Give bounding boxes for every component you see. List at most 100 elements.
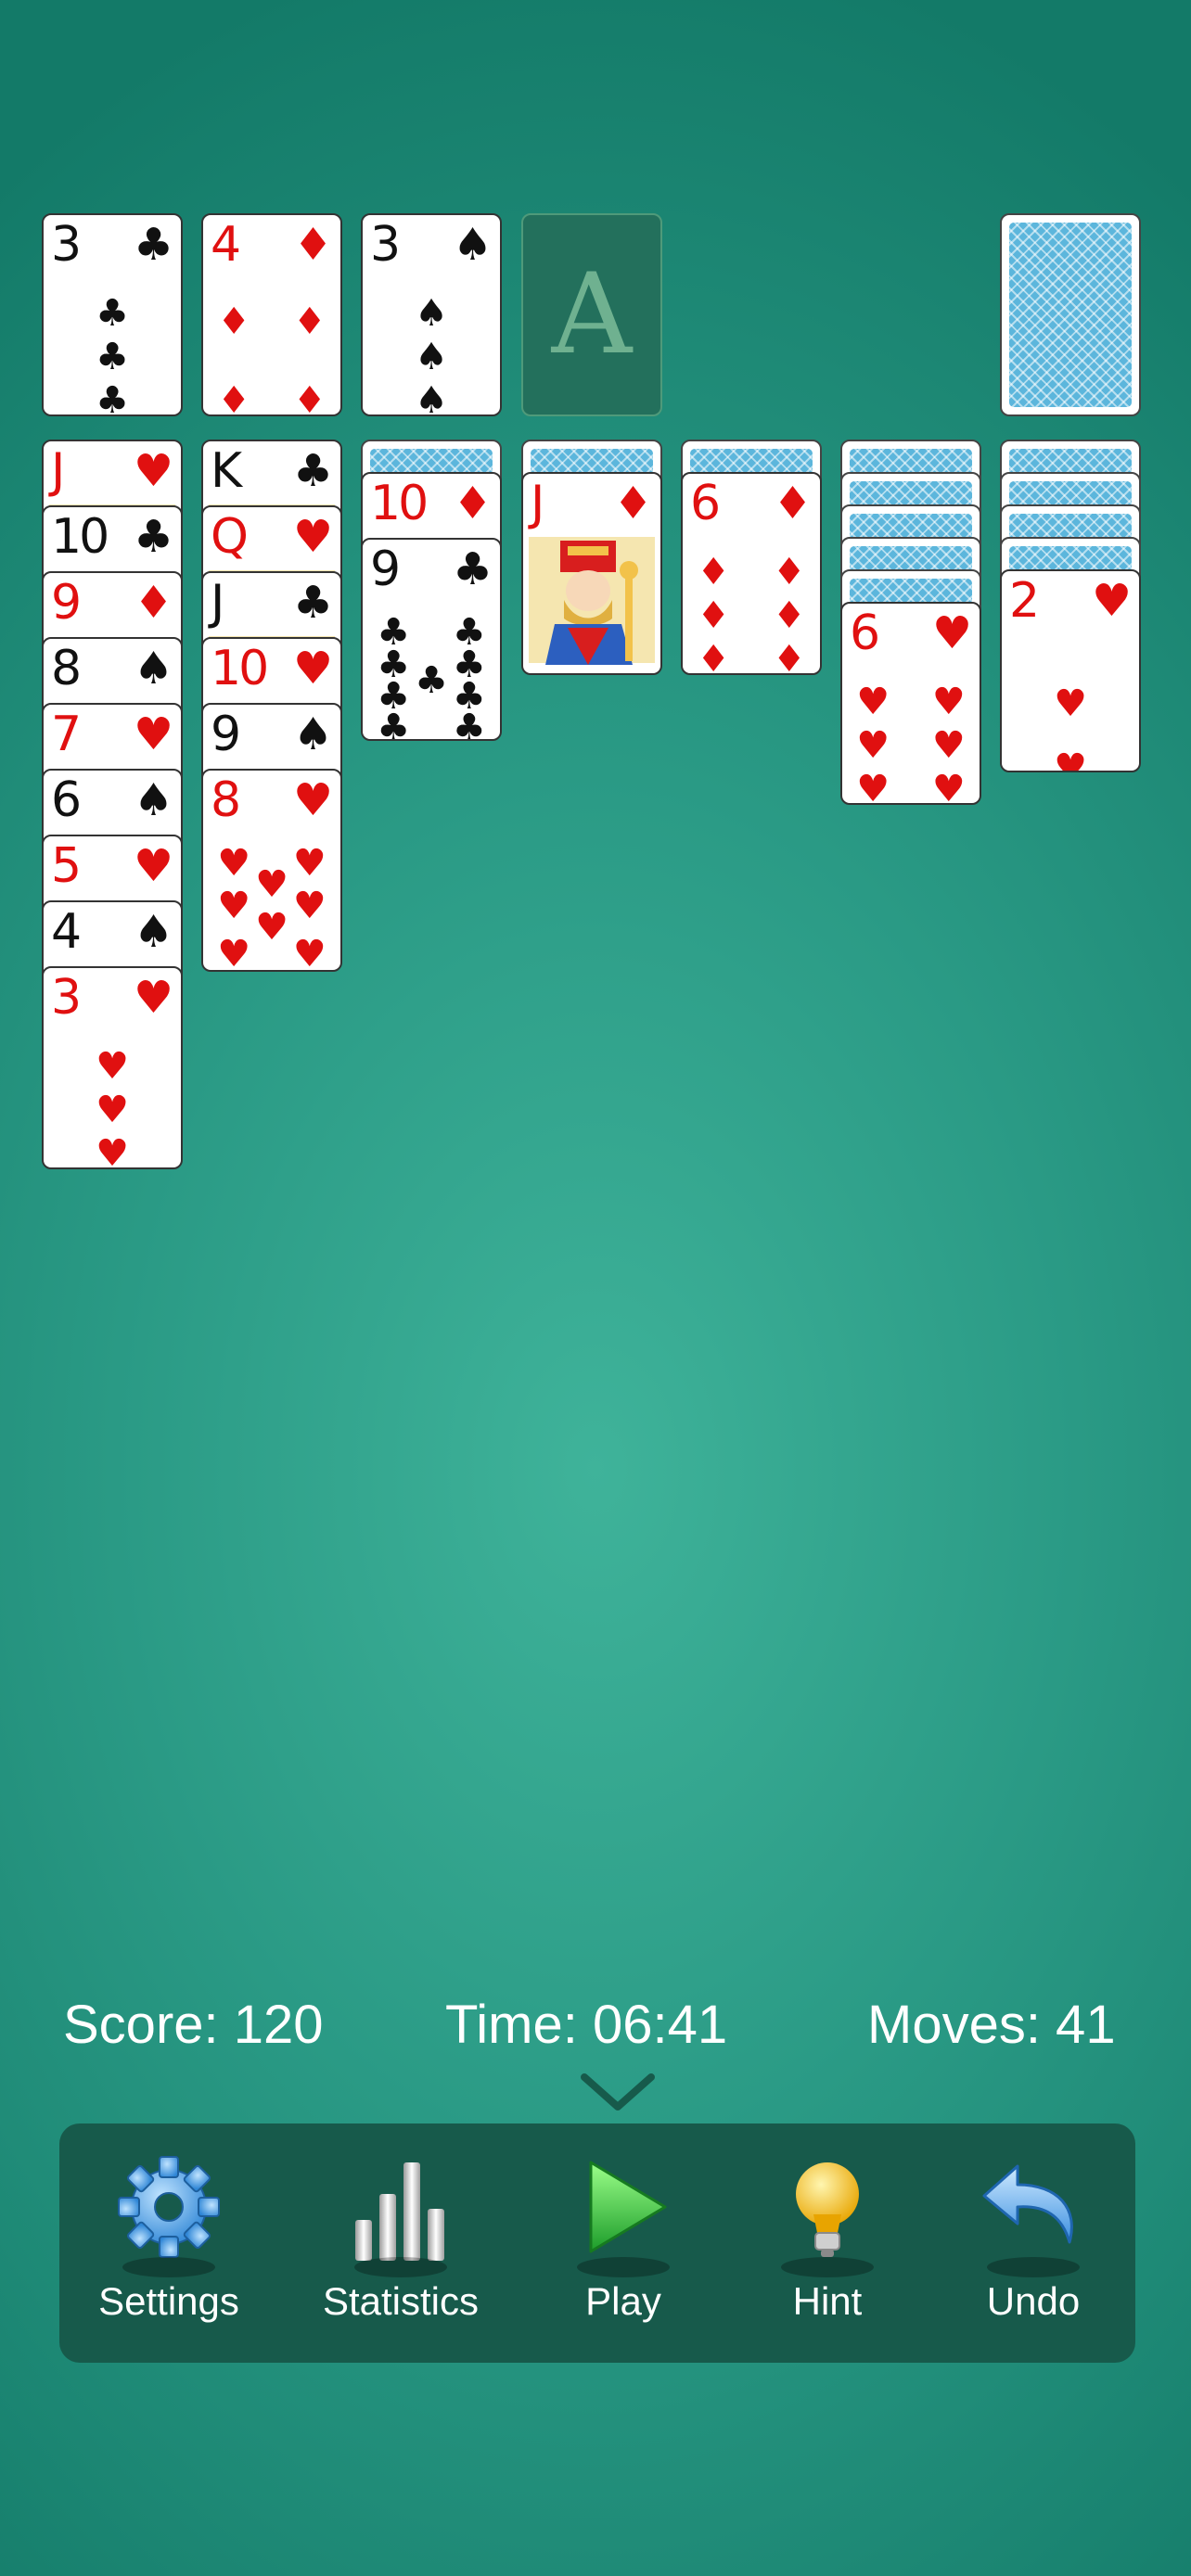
card-face — [527, 535, 657, 668]
hearts-pip-icon: ♥ — [292, 885, 327, 928]
card-rank: 5 — [51, 838, 82, 894]
clubs-pip-icon: ♣ — [96, 379, 129, 416]
diamonds-suit-icon: ♦ — [292, 219, 333, 271]
card-rank: 10 — [211, 641, 269, 696]
clubs-suit-icon: ♣ — [133, 219, 173, 271]
card-4-of-diamonds[interactable]: 4 ♦ ♦ ♦ ♦ ♦ — [201, 213, 342, 416]
hearts-suit-icon: ♥ — [1091, 575, 1132, 627]
card-face: ♦ ♦ ♦ ♦ — [209, 276, 335, 414]
bar-chart-icon — [355, 2162, 444, 2261]
settings-button[interactable]: Settings — [67, 2153, 271, 2348]
card-rank: 6 — [690, 476, 721, 531]
card-rank: K — [211, 443, 242, 499]
diamonds-pip-icon: ♦ — [217, 379, 251, 416]
diamonds-suit-icon: ♦ — [452, 478, 493, 529]
hearts-pip-icon: ♥ — [217, 932, 251, 972]
card-3-of-spades[interactable]: 3 ♠ ♠ ♠ ♠ — [361, 213, 502, 416]
clubs-suit-icon: ♣ — [292, 445, 333, 497]
spades-suit-icon: ♠ — [133, 643, 173, 695]
hearts-suit-icon: ♥ — [133, 840, 173, 892]
hearts-suit-icon: ♥ — [292, 511, 333, 563]
card-9-of-clubs[interactable]: 9 ♣ ♣ ♣ ♣ ♣ ♣ ♣ ♣ ♣ ♣ — [361, 538, 502, 741]
clubs-suit-icon: ♣ — [292, 577, 333, 629]
card-rank: 7 — [51, 707, 82, 762]
diamonds-pip-icon: ♦ — [292, 300, 327, 343]
diamonds-pip-icon: ♦ — [772, 594, 806, 638]
card-3-of-hearts[interactable]: 3 ♥ ♥ ♥ ♥ — [42, 966, 183, 1169]
hearts-suit-icon: ♥ — [133, 708, 173, 760]
spades-pip-icon: ♠ — [415, 379, 448, 416]
play-button[interactable]: Play — [521, 2153, 725, 2348]
card-face: ♥ ♥ ♥ ♥ ♥ ♥ ♥ ♥ — [209, 832, 335, 970]
hearts-suit-icon: ♥ — [133, 972, 173, 1024]
hearts-pip-icon: ♥ — [856, 681, 890, 724]
stock-pile[interactable] — [1000, 213, 1141, 416]
card-face: ♠ ♠ ♠ — [368, 276, 494, 414]
card-face: ♥ ♥ ♥ ♥ ♥ ♥ — [848, 665, 974, 803]
card-face: ♥ ♥ — [1007, 632, 1133, 771]
card-6-of-hearts[interactable]: 6 ♥ ♥ ♥ ♥ ♥ ♥ ♥ — [840, 602, 981, 805]
diamonds-pip-icon: ♦ — [217, 300, 251, 343]
spades-suit-icon: ♠ — [452, 219, 493, 271]
hearts-suit-icon: ♥ — [292, 643, 333, 695]
face-card-art-icon — [529, 537, 655, 665]
spades-pip-icon: ♠ — [415, 292, 448, 336]
hearts-pip-icon: ♥ — [255, 905, 288, 949]
card-rank: 3 — [51, 970, 82, 1026]
hearts-pip-icon: ♥ — [1054, 746, 1087, 772]
chevron-down-icon[interactable] — [581, 2072, 655, 2112]
hearts-pip-icon: ♥ — [217, 842, 251, 886]
hearts-pip-icon: ♥ — [931, 724, 966, 768]
hearts-pip-icon: ♥ — [931, 768, 966, 805]
hearts-pip-icon: ♥ — [96, 1089, 129, 1132]
lightbulb-icon — [796, 2162, 859, 2257]
diamonds-suit-icon: ♦ — [133, 577, 173, 629]
card-j-of-diamonds[interactable]: J ♦ — [521, 472, 662, 675]
card-6-of-diamonds[interactable]: 6 ♦ ♦ ♦ ♦ ♦ ♦ ♦ — [681, 472, 822, 675]
hearts-pip-icon: ♥ — [1054, 682, 1087, 726]
hearts-suit-icon: ♥ — [292, 774, 333, 826]
spades-pip-icon: ♠ — [415, 336, 448, 379]
card-rank: 4 — [211, 217, 241, 273]
diamonds-pip-icon: ♦ — [697, 594, 731, 638]
moves-label: Moves: 41 — [867, 1995, 1116, 2055]
hearts-pip-icon: ♥ — [96, 1132, 129, 1169]
hint-label: Hint — [792, 2279, 863, 2323]
clubs-pip-icon: ♣ — [96, 292, 129, 336]
clubs-pip-icon: ♣ — [377, 707, 411, 741]
foundation-slot[interactable]: A — [521, 213, 662, 416]
hearts-suit-icon: ♥ — [931, 607, 972, 659]
hearts-suit-icon: ♥ — [133, 445, 173, 497]
hint-button[interactable]: Hint — [725, 2153, 929, 2348]
card-rank: 6 — [51, 772, 82, 828]
card-face: ♣ ♣ ♣ — [49, 276, 175, 414]
diamonds-pip-icon: ♦ — [697, 551, 731, 594]
hearts-pip-icon: ♥ — [931, 681, 966, 724]
card-rank: J — [51, 443, 65, 499]
card-rank: J — [211, 575, 224, 631]
spades-suit-icon: ♠ — [292, 708, 333, 760]
card-rank: J — [531, 476, 544, 531]
card-2-of-hearts[interactable]: 2 ♥ ♥ ♥ — [1000, 569, 1141, 772]
clubs-pip-icon: ♣ — [96, 336, 129, 379]
card-face: ♥ ♥ ♥ — [49, 1029, 175, 1167]
card-3-of-clubs[interactable]: 3 ♣ ♣ ♣ ♣ — [42, 213, 183, 416]
clubs-pip-icon: ♣ — [415, 658, 448, 702]
spades-suit-icon: ♠ — [133, 906, 173, 958]
hearts-pip-icon: ♥ — [856, 724, 890, 768]
diamonds-pip-icon: ♦ — [697, 638, 731, 675]
clubs-pip-icon: ♣ — [452, 707, 486, 741]
gear-icon — [118, 2156, 220, 2258]
settings-label: Settings — [98, 2279, 239, 2323]
undo-button[interactable]: Undo — [931, 2153, 1135, 2348]
card-rank: 2 — [1009, 573, 1040, 629]
card-face: ♦ ♦ ♦ ♦ ♦ ♦ — [688, 535, 814, 673]
time-label: Time: 06:41 — [445, 1995, 728, 2055]
card-rank: 4 — [51, 904, 82, 960]
hearts-pip-icon: ♥ — [292, 932, 327, 972]
statistics-button[interactable]: Statistics — [299, 2153, 503, 2348]
spades-suit-icon: ♠ — [133, 774, 173, 826]
card-rank: Q — [211, 509, 249, 565]
hearts-pip-icon: ♥ — [856, 768, 890, 805]
card-8-of-hearts[interactable]: 8 ♥ ♥ ♥ ♥ ♥ ♥ ♥ ♥ ♥ — [201, 769, 342, 972]
